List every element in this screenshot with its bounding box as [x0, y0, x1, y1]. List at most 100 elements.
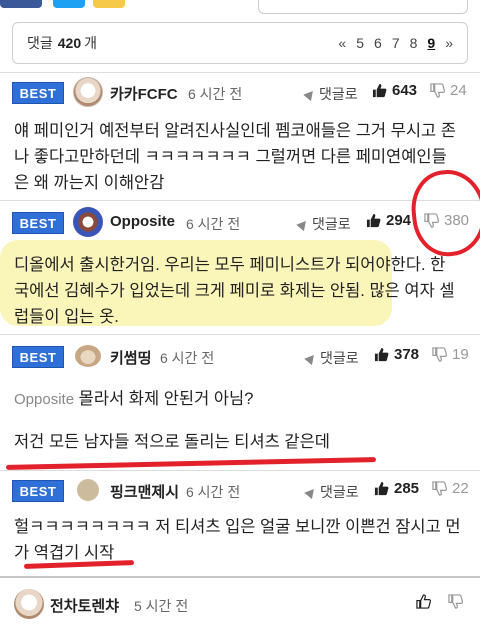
kakaostory-share-button[interactable]	[93, 0, 125, 8]
comment-header: BEST 카카FCFC 6 시간 전 댓글로 643 24	[0, 72, 480, 112]
comment-line: 나 좋다고만하던데 ㅋㅋㅋㅋㅋㅋㅋ 그럴꺼면 다른 페미연예인들	[14, 148, 447, 166]
thumbs-down-icon	[430, 83, 445, 98]
reply-label: 댓글로	[312, 216, 351, 232]
comment-pagination: 댓글 420 개 « 5 6 7 8 9 »	[12, 22, 468, 64]
comment-count-unit: 개	[84, 35, 98, 51]
reply-button[interactable]: 댓글로	[303, 84, 358, 104]
twitter-share-button[interactable]	[53, 0, 85, 8]
comment-item: 전차토렌챠 5 시간 전	[0, 584, 480, 627]
reply-arrow-icon	[296, 217, 310, 231]
comment-header: BEST 핑크맨제시 6 시간 전 댓글로 285 22	[0, 470, 480, 510]
comment-line: 럽들이 입는 옷.	[14, 308, 119, 326]
upvote-count: 643	[392, 82, 418, 99]
page-link-current[interactable]: 9	[427, 35, 435, 51]
avatar[interactable]	[73, 207, 103, 237]
comment-item: BEST Opposite 6 시간 전 댓글로 294 380 디올에서 출시…	[0, 202, 480, 332]
comment-username[interactable]: 키썸띵	[110, 347, 151, 368]
comment-username[interactable]: Opposite	[110, 213, 175, 230]
best-badge: BEST	[12, 346, 64, 368]
reply-label: 댓글로	[320, 350, 359, 366]
thumbs-up-icon	[374, 347, 389, 362]
comment-time: 6 시간 전	[186, 216, 241, 232]
page-link[interactable]: 7	[392, 35, 400, 51]
search-box[interactable]	[258, 0, 468, 14]
downvote-button[interactable]: 22	[432, 480, 469, 497]
reply-arrow-icon	[304, 351, 318, 365]
upvote-button[interactable]: 378	[374, 346, 419, 363]
comment-count-label: 댓글	[27, 35, 53, 51]
reply-label: 댓글로	[320, 484, 359, 500]
comment-text: 몰라서 화제 안된거 아님?	[78, 390, 254, 408]
reply-label: 댓글로	[319, 86, 358, 102]
comment-line: 디올에서 출시한거임. 우리는 모두 페미니스트가 되어야한다. 한	[14, 256, 446, 274]
comment-username[interactable]: 전차토렌챠	[50, 595, 119, 616]
comment-header: BEST 키썸띵 6 시간 전 댓글로 378 19	[0, 336, 480, 376]
upvote-count: 378	[394, 346, 420, 363]
reply-button[interactable]: 댓글로	[304, 482, 359, 502]
thumbs-down-icon	[432, 347, 447, 362]
downvote-button[interactable]	[448, 594, 463, 609]
reply-button[interactable]: 댓글로	[304, 348, 359, 368]
downvote-button[interactable]: 24	[430, 82, 467, 99]
comment-time: 6 시간 전	[186, 484, 241, 500]
comment-line: 저건 모든 남자들 적으로 돌리는 티셔츠 같은데	[14, 433, 330, 451]
upvote-button[interactable]: 643	[372, 82, 417, 99]
downvote-count: 19	[452, 346, 469, 363]
comment-line	[14, 413, 466, 429]
comment-username[interactable]: 카카FCFC	[110, 83, 178, 104]
upvote-button[interactable]	[416, 594, 431, 609]
upvote-count: 285	[394, 480, 420, 497]
thumbs-up-icon	[366, 213, 381, 228]
best-badge: BEST	[12, 480, 64, 502]
comment-line: 은 왜 까는지 이해안감	[14, 174, 165, 192]
upvote-count: 294	[386, 212, 412, 229]
reply-arrow-icon	[303, 87, 317, 101]
thumbs-up-icon	[416, 594, 431, 609]
comment-time: 5 시간 전	[134, 598, 189, 614]
comment-time: 6 시간 전	[188, 86, 243, 102]
downvote-count: 22	[452, 480, 469, 497]
avatar[interactable]	[14, 589, 44, 619]
comment-body: 헐ㅋㅋㅋㅋㅋㅋㅋㅋ 저 티셔츠 입은 얼굴 보니깐 이쁜건 잠시고 먼 가 역겹…	[14, 514, 466, 566]
page-link[interactable]: 8	[410, 35, 418, 51]
page-link[interactable]: 5	[356, 35, 364, 51]
downvote-button[interactable]: 19	[432, 346, 469, 363]
upvote-button[interactable]: 294	[366, 212, 411, 229]
divider	[0, 200, 480, 201]
best-badge: BEST	[12, 212, 64, 234]
page-prev-link[interactable]: «	[338, 35, 346, 51]
comment-body: 얘 페미인거 예전부터 알려진사실인데 펨코애들은 그거 무시고 존 나 좋다고…	[14, 118, 466, 196]
reply-button[interactable]: 댓글로	[296, 214, 351, 234]
comment-line: Opposite 몰라서 화제 안된거 아님?	[14, 386, 466, 413]
avatar[interactable]	[73, 77, 103, 107]
comment-line: 헐ㅋㅋㅋㅋㅋㅋㅋㅋ 저 티셔츠 입은 얼굴 보니깐 이쁜건 잠시고 먼	[14, 518, 461, 536]
comment-line: 얘 페미인거 예전부터 알려진사실인데 펨코애들은 그거 무시고 존	[14, 122, 456, 140]
page-next-link[interactable]: »	[445, 35, 453, 51]
comment-item: BEST 핑크맨제시 6 시간 전 댓글로 285 22 헐ㅋㅋㅋㅋㅋㅋㅋㅋ 저…	[0, 470, 480, 574]
thumbs-up-icon	[372, 83, 387, 98]
share-bar	[0, 0, 480, 16]
comment-username[interactable]: 핑크맨제시	[110, 481, 179, 502]
comment-line: 국에선 김혜수가 입었는데 크게 페미로 화제는 안됨. 많은 여자 셀	[14, 282, 455, 300]
thumbs-up-icon	[374, 481, 389, 496]
reply-arrow-icon	[304, 485, 318, 499]
page-link[interactable]: 6	[374, 35, 382, 51]
avatar[interactable]	[75, 345, 101, 367]
downvote-count: 24	[450, 82, 467, 99]
comment-item: BEST 키썸띵 6 시간 전 댓글로 378 19 Opposite 몰라서 …	[0, 336, 480, 468]
divider	[0, 334, 480, 335]
thumbs-down-icon	[448, 594, 463, 609]
upvote-button[interactable]: 285	[374, 480, 419, 497]
thumbs-down-icon	[432, 481, 447, 496]
comment-header: BEST Opposite 6 시간 전 댓글로 294 380	[0, 202, 480, 242]
mention-link[interactable]: Opposite	[14, 391, 74, 408]
best-badge: BEST	[12, 82, 64, 104]
divider	[0, 576, 480, 578]
page-links: « 5 6 7 8 9 »	[338, 35, 453, 51]
comment-body: Opposite 몰라서 화제 안된거 아님? 저건 모든 남자들 적으로 돌리…	[14, 386, 466, 455]
comment-body: 디올에서 출시한거임. 우리는 모두 페미니스트가 되어야한다. 한 국에선 김…	[14, 252, 466, 330]
comment-item: BEST 카카FCFC 6 시간 전 댓글로 643 24 얘 페미인거 예전부…	[0, 72, 480, 200]
avatar[interactable]	[77, 479, 99, 501]
comment-count: 420	[57, 35, 82, 51]
facebook-share-button[interactable]	[0, 0, 42, 8]
